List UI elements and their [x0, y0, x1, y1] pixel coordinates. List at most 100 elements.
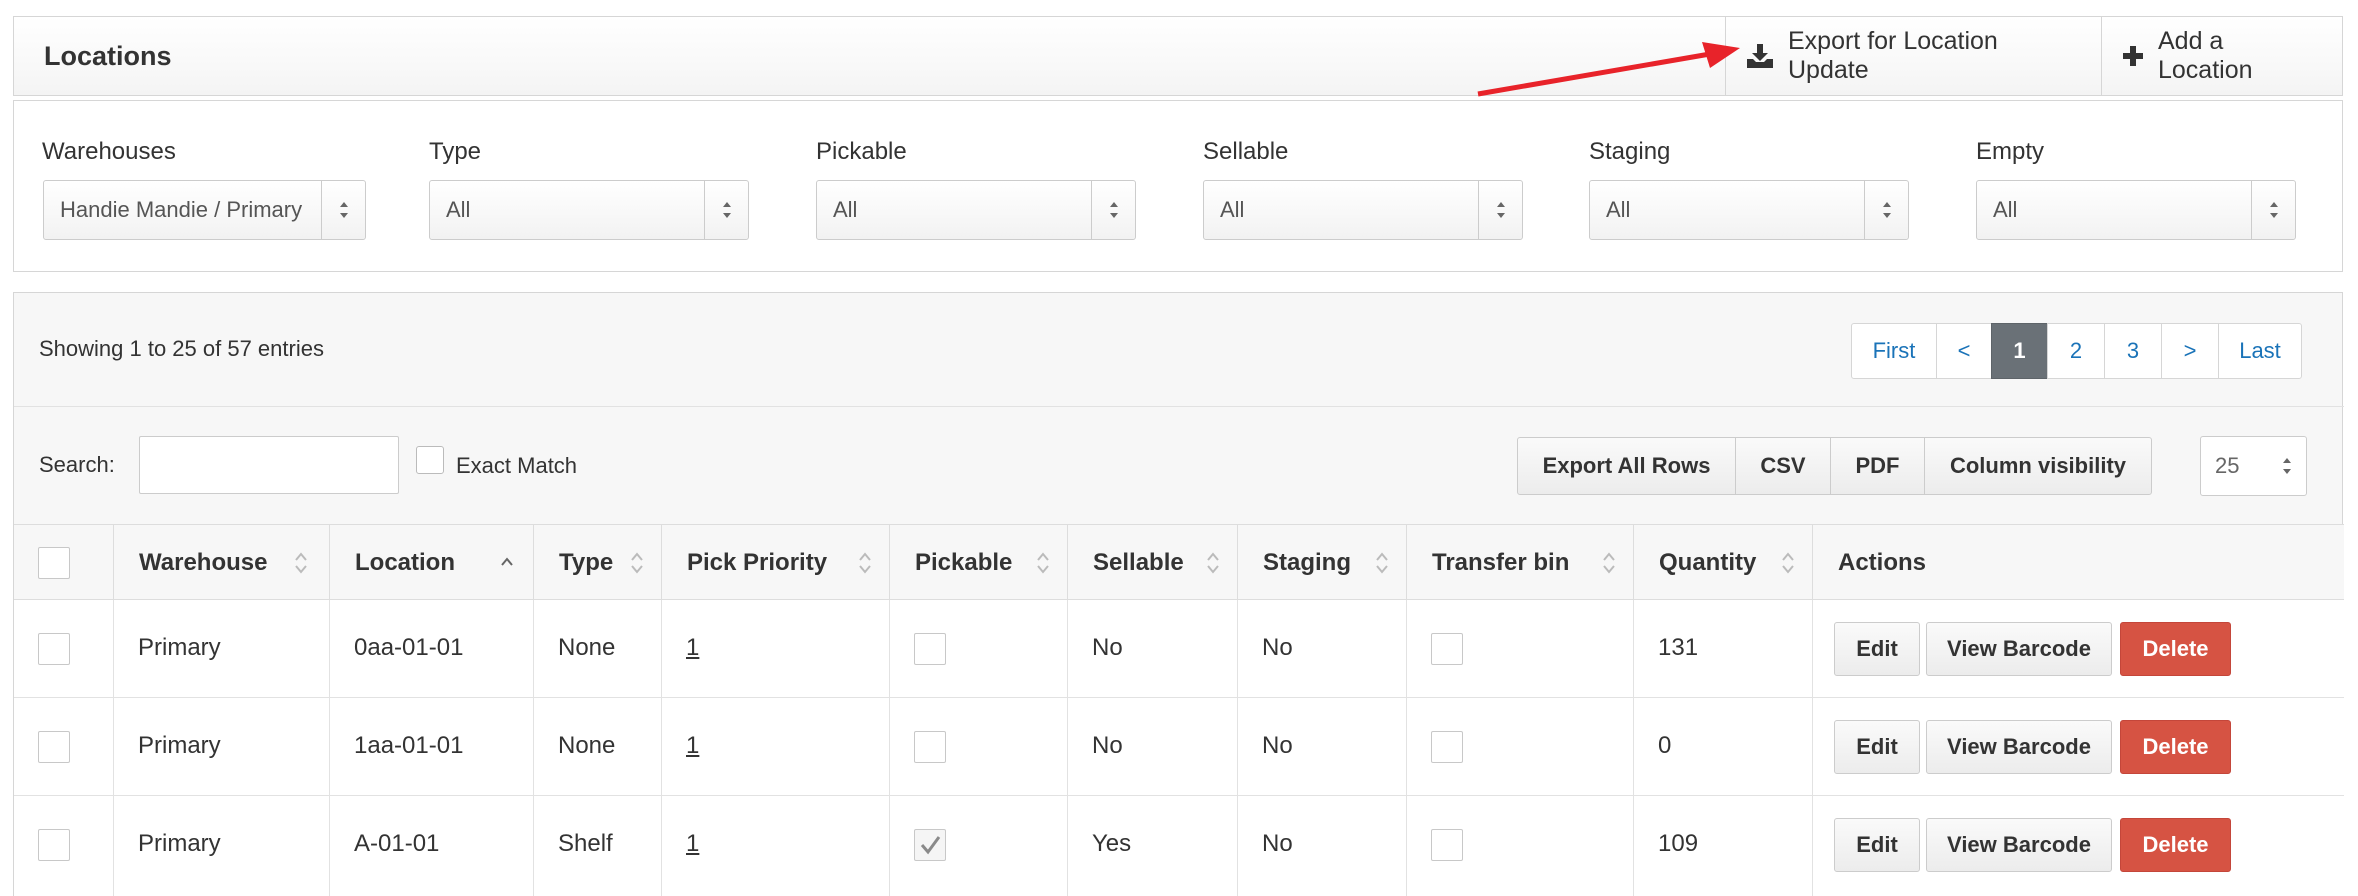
- filter-label-warehouses: Warehouses: [42, 138, 176, 165]
- column-label: Quantity: [1659, 549, 1757, 576]
- view-barcode-button[interactable]: View Barcode: [1926, 720, 2112, 774]
- transfer-bin-checkbox: [1431, 829, 1463, 861]
- page-length-select[interactable]: 25: [2200, 436, 2307, 496]
- row-select-checkbox[interactable]: [38, 731, 70, 763]
- column-header-location[interactable]: Location: [329, 525, 533, 599]
- pickable-select[interactable]: All: [816, 180, 1136, 240]
- delete-button[interactable]: Delete: [2120, 720, 2231, 774]
- cell-location: A-01-01: [354, 830, 440, 857]
- column-label: Location: [355, 549, 455, 576]
- column-header-sellable[interactable]: Sellable: [1067, 525, 1237, 599]
- column-visibility-button[interactable]: Column visibility: [1924, 437, 2152, 495]
- column-label: Warehouse: [139, 549, 268, 576]
- csv-button[interactable]: CSV: [1735, 437, 1831, 495]
- page-last-button[interactable]: Last: [2218, 323, 2302, 379]
- sort-ascending-icon: [501, 557, 513, 566]
- divider: [14, 406, 2344, 407]
- column-header-warehouse[interactable]: Warehouse: [113, 525, 329, 599]
- select-arrows-icon: [2268, 437, 2306, 495]
- pick-priority-link[interactable]: 1: [686, 830, 699, 858]
- page-first-button[interactable]: First: [1851, 323, 1937, 379]
- delete-button[interactable]: Delete: [2120, 818, 2231, 872]
- download-icon: [1746, 43, 1774, 69]
- edit-button[interactable]: Edit: [1834, 720, 1920, 774]
- plus-icon: [2122, 45, 2144, 67]
- cell-quantity: 131: [1658, 634, 1699, 661]
- empty-select[interactable]: All: [1976, 180, 2296, 240]
- staging-select[interactable]: All: [1589, 180, 1909, 240]
- column-header-transfer-bin[interactable]: Transfer bin: [1406, 525, 1633, 599]
- column-label: Staging: [1263, 549, 1351, 576]
- column-label: Actions: [1838, 549, 1927, 576]
- select-value: Handie Mandie / Primary: [60, 197, 303, 222]
- filter-label-empty: Empty: [1976, 138, 2045, 165]
- export-button-group: Export All Rows CSV PDF Column visibilit…: [1517, 437, 2152, 495]
- column-label: Pickable: [915, 549, 1013, 576]
- row-select-checkbox[interactable]: [38, 633, 70, 665]
- view-barcode-button[interactable]: View Barcode: [1926, 818, 2112, 872]
- cell-staging: No: [1262, 830, 1293, 857]
- pick-priority-link[interactable]: 1: [686, 634, 699, 662]
- sort-icon: [295, 552, 307, 574]
- exact-match-label: Exact Match: [456, 453, 578, 478]
- cell-quantity: 0: [1658, 732, 1672, 759]
- column-header-actions: Actions: [1812, 525, 2344, 599]
- delete-button[interactable]: Delete: [2120, 622, 2231, 676]
- select-value: All: [1606, 197, 1631, 222]
- type-select[interactable]: All: [429, 180, 749, 240]
- pickable-checkbox: [914, 633, 946, 665]
- annotation-arrow: [1477, 42, 1740, 97]
- page-3-button[interactable]: 3: [2104, 323, 2162, 379]
- sort-icon: [1376, 552, 1388, 574]
- pickable-checkbox: [914, 829, 946, 861]
- select-arrows-icon: [2251, 181, 2295, 239]
- filter-label-type: Type: [429, 138, 482, 165]
- sort-icon: [631, 552, 643, 574]
- column-header-pickable[interactable]: Pickable: [889, 525, 1067, 599]
- add-location-button[interactable]: Add a Location: [2101, 17, 2343, 95]
- search-label: Search:: [39, 452, 115, 477]
- cell-warehouse: Primary: [138, 830, 221, 857]
- header-panel: Locations Export for Location Update Add…: [13, 16, 2343, 96]
- column-label: Transfer bin: [1432, 549, 1570, 576]
- select-value: All: [1993, 197, 2018, 222]
- cell-sellable: No: [1092, 732, 1123, 759]
- cell-staging: No: [1262, 732, 1293, 759]
- sort-icon: [1207, 552, 1219, 574]
- column-header-pick-priority[interactable]: Pick Priority: [661, 525, 889, 599]
- row-select-checkbox[interactable]: [38, 829, 70, 861]
- select-arrows-icon: [321, 181, 365, 239]
- column-label: Pick Priority: [687, 549, 828, 576]
- select-arrows-icon: [704, 181, 748, 239]
- pickable-checkbox: [914, 731, 946, 763]
- export-location-update-button[interactable]: Export for Location Update: [1725, 17, 2101, 95]
- warehouses-select[interactable]: Handie Mandie / Primary: [43, 180, 366, 240]
- sellable-select[interactable]: All: [1203, 180, 1523, 240]
- export-all-rows-button[interactable]: Export All Rows: [1517, 437, 1736, 495]
- page-2-button[interactable]: 2: [2047, 323, 2105, 379]
- sort-icon: [859, 552, 871, 574]
- edit-button[interactable]: Edit: [1834, 622, 1920, 676]
- column-header-type[interactable]: Type: [533, 525, 661, 599]
- page-length-value: 25: [2215, 453, 2240, 478]
- exact-match-checkbox[interactable]: [416, 446, 444, 474]
- edit-button[interactable]: Edit: [1834, 818, 1920, 872]
- select-arrows-icon: [1478, 181, 1522, 239]
- page-prev-button[interactable]: <: [1936, 323, 1992, 379]
- search-input[interactable]: [139, 436, 399, 494]
- cell-staging: No: [1262, 634, 1293, 661]
- page-1-button[interactable]: 1: [1991, 323, 2048, 379]
- cell-type: Shelf: [558, 830, 613, 857]
- export-location-update-label: Export for Location Update: [1788, 27, 1998, 84]
- table-info: Showing 1 to 25 of 57 entries: [39, 336, 324, 361]
- page-next-button[interactable]: >: [2161, 323, 2219, 379]
- cell-type: None: [558, 634, 616, 661]
- pdf-button[interactable]: PDF: [1830, 437, 1925, 495]
- pick-priority-link[interactable]: 1: [686, 732, 699, 760]
- select-all-checkbox[interactable]: [38, 547, 70, 579]
- view-barcode-button[interactable]: View Barcode: [1926, 622, 2112, 676]
- select-value: All: [446, 197, 471, 222]
- column-header-quantity[interactable]: Quantity: [1633, 525, 1812, 599]
- transfer-bin-checkbox: [1431, 731, 1463, 763]
- column-header-staging[interactable]: Staging: [1237, 525, 1406, 599]
